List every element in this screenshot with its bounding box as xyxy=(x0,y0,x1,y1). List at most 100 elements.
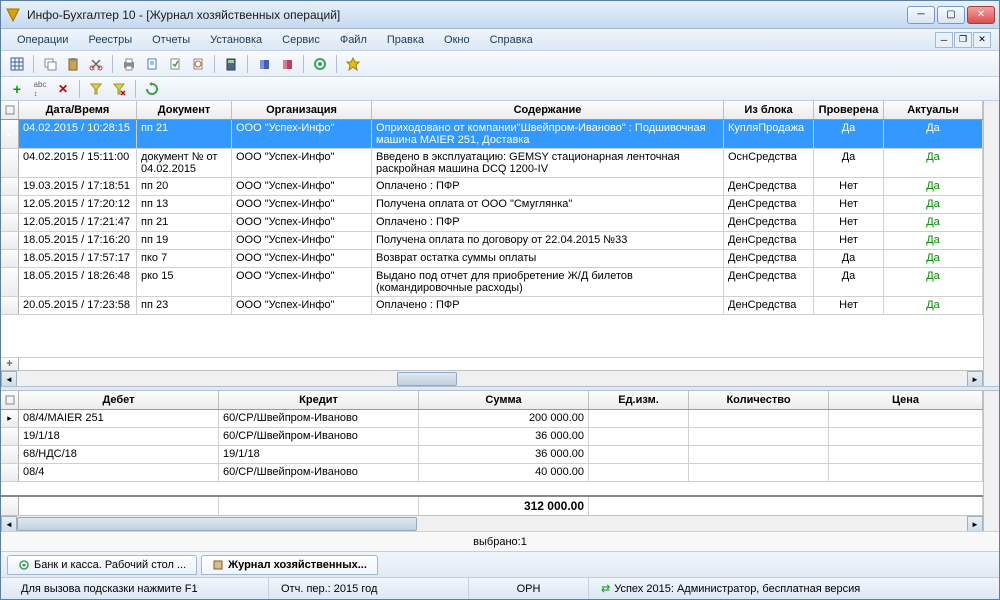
doc3-icon[interactable] xyxy=(188,54,208,74)
table-row[interactable]: 08/460/СР/Швейпром-Иваново40 000.00 xyxy=(1,464,983,482)
col-qty[interactable]: Количество xyxy=(689,391,829,409)
app-window: Инфо-Бухгалтер 10 - [Журнал хозяйственны… xyxy=(0,0,1000,600)
book2-icon[interactable] xyxy=(277,54,297,74)
col-unit[interactable]: Ед.изм. xyxy=(589,391,689,409)
hscroll-thumb-2[interactable] xyxy=(17,517,417,531)
add-row-stub[interactable]: + xyxy=(1,358,19,370)
tab-label-1: Журнал хозяйственных... xyxy=(228,559,367,571)
col-credit[interactable]: Кредит xyxy=(219,391,419,409)
total-row: 312 000.00 xyxy=(1,495,983,515)
toolbar-grid: + abc↕ ✕ xyxy=(1,77,999,101)
top-grid-body[interactable]: ▸04.02.2015 / 10:28:15пп 21ООО "Успех-Ин… xyxy=(1,120,983,357)
corner-cell-2[interactable] xyxy=(1,391,19,409)
tab-bank-cash[interactable]: Банк и касса. Рабочий стол ... xyxy=(7,555,197,575)
app-icon xyxy=(5,7,21,23)
hscroll-thumb[interactable] xyxy=(397,372,457,386)
col-content[interactable]: Содержание xyxy=(372,101,724,119)
table-row[interactable]: 12.05.2015 / 17:21:47пп 21ООО "Успех-Инф… xyxy=(1,214,983,232)
tab-label-0: Банк и касса. Рабочий стол ... xyxy=(34,559,186,571)
cut-icon[interactable] xyxy=(86,54,106,74)
menu-registries[interactable]: Реестры xyxy=(80,32,140,48)
filter-icon[interactable] xyxy=(86,79,106,99)
status-mode: ОРН xyxy=(469,578,589,599)
top-vscroll[interactable] xyxy=(983,101,999,386)
mdi-restore[interactable]: ❐ xyxy=(954,32,972,48)
table-row[interactable]: 18.05.2015 / 17:57:17пко 7ООО "Успех-Инф… xyxy=(1,250,983,268)
table-row[interactable]: ▸04.02.2015 / 10:28:15пп 21ООО "Успех-Ин… xyxy=(1,120,983,149)
table-row[interactable]: 20.05.2015 / 17:23:58пп 23ООО "Успех-Инф… xyxy=(1,297,983,315)
book1-icon[interactable] xyxy=(254,54,274,74)
calc-icon[interactable] xyxy=(221,54,241,74)
filter-clear-icon[interactable] xyxy=(109,79,129,99)
table-row[interactable]: 12.05.2015 / 17:20:12пп 13ООО "Успех-Инф… xyxy=(1,196,983,214)
col-checked[interactable]: Проверена xyxy=(814,101,884,119)
bottom-grid-header: Дебет Кредит Сумма Ед.изм. Количество Це… xyxy=(1,391,983,410)
mdi-minimize[interactable]: ─ xyxy=(935,32,953,48)
tab-journal[interactable]: Журнал хозяйственных... xyxy=(201,555,378,575)
table-row[interactable]: 18.05.2015 / 18:26:48рко 15ООО "Успех-Ин… xyxy=(1,268,983,297)
selection-count: выбрано:1 xyxy=(473,536,527,548)
paste-icon[interactable] xyxy=(63,54,83,74)
bottom-grid-body[interactable]: ▸08/4/MAIER 25160/СР/Швейпром-Иваново200… xyxy=(1,410,983,495)
window-title: Инфо-Бухгалтер 10 - [Журнал хозяйственны… xyxy=(27,8,907,22)
scroll-right-icon[interactable]: ► xyxy=(967,371,983,386)
menu-window[interactable]: Окно xyxy=(436,32,478,48)
menu-service[interactable]: Сервис xyxy=(274,32,328,48)
menu-operations[interactable]: Операции xyxy=(9,32,76,48)
gear-icon[interactable] xyxy=(310,54,330,74)
table-row[interactable]: 68/НДС/1819/1/1836 000.00 xyxy=(1,446,983,464)
table-row[interactable]: 18.05.2015 / 17:16:20пп 19ООО "Успех-Инф… xyxy=(1,232,983,250)
table-row[interactable]: ▸08/4/MAIER 25160/СР/Швейпром-Иваново200… xyxy=(1,410,983,428)
table-row[interactable]: 19.03.2015 / 17:18:51пп 20ООО "Успех-Инф… xyxy=(1,178,983,196)
mdi-close[interactable]: ✕ xyxy=(973,32,991,48)
bottom-grid: Дебет Кредит Сумма Ед.изм. Количество Це… xyxy=(1,391,999,531)
col-datetime[interactable]: Дата/Время xyxy=(19,101,137,119)
doc1-icon[interactable] xyxy=(142,54,162,74)
col-org[interactable]: Организация xyxy=(232,101,372,119)
top-grid: Дата/Время Документ Организация Содержан… xyxy=(1,101,999,386)
content-area: Дата/Время Документ Организация Содержан… xyxy=(1,101,999,551)
grid-icon[interactable] xyxy=(7,54,27,74)
mdi-controls: ─ ❐ ✕ xyxy=(935,32,991,48)
col-block[interactable]: Из блока xyxy=(724,101,814,119)
maximize-button[interactable]: ▢ xyxy=(937,6,965,24)
bottom-vscroll[interactable] xyxy=(983,391,999,531)
minimize-button[interactable]: ─ xyxy=(907,6,935,24)
close-button[interactable]: ✕ xyxy=(967,6,995,24)
sync-icon: ⇄ xyxy=(601,582,610,595)
refresh-icon[interactable] xyxy=(142,79,162,99)
abc-icon[interactable]: abc↕ xyxy=(30,79,50,99)
status-user: Успех 2015: Администратор, бесплатная ве… xyxy=(614,583,860,595)
copy-icon[interactable] xyxy=(40,54,60,74)
menu-setup[interactable]: Установка xyxy=(202,32,270,48)
col-debit[interactable]: Дебет xyxy=(19,391,219,409)
tabs-bar: Банк и касса. Рабочий стол ... Журнал хо… xyxy=(1,551,999,577)
top-hscroll[interactable]: ◄ ► xyxy=(1,370,983,386)
selection-bar: выбрано:1 xyxy=(1,531,999,551)
print-icon[interactable] xyxy=(119,54,139,74)
status-period: Отч. пер.: 2015 год xyxy=(269,578,469,599)
corner-cell[interactable] xyxy=(1,101,19,119)
table-row[interactable]: 04.02.2015 / 15:11:00документ № от 04.02… xyxy=(1,149,983,178)
gear-small-icon xyxy=(18,559,30,571)
book-small-icon xyxy=(212,559,224,571)
table-row[interactable]: 19/1/1860/СР/Швейпром-Иваново36 000.00 xyxy=(1,428,983,446)
toolbar-main xyxy=(1,51,999,77)
star-icon[interactable] xyxy=(343,54,363,74)
bottom-hscroll[interactable]: ◄ ► xyxy=(1,515,983,531)
col-document[interactable]: Документ xyxy=(137,101,232,119)
menu-edit[interactable]: Правка xyxy=(379,32,432,48)
add-row-icon[interactable]: + xyxy=(7,79,27,99)
scroll-left-icon-2[interactable]: ◄ xyxy=(1,516,17,531)
doc2-icon[interactable] xyxy=(165,54,185,74)
menu-reports[interactable]: Отчеты xyxy=(144,32,198,48)
scroll-right-icon-2[interactable]: ► xyxy=(967,516,983,531)
menu-file[interactable]: Файл xyxy=(332,32,375,48)
col-sum[interactable]: Сумма xyxy=(419,391,589,409)
delete-icon[interactable]: ✕ xyxy=(53,79,73,99)
window-controls: ─ ▢ ✕ xyxy=(907,6,995,24)
menu-help[interactable]: Справка xyxy=(482,32,541,48)
scroll-left-icon[interactable]: ◄ xyxy=(1,371,17,386)
col-actual[interactable]: Актуальн xyxy=(884,101,983,119)
col-price[interactable]: Цена xyxy=(829,391,983,409)
